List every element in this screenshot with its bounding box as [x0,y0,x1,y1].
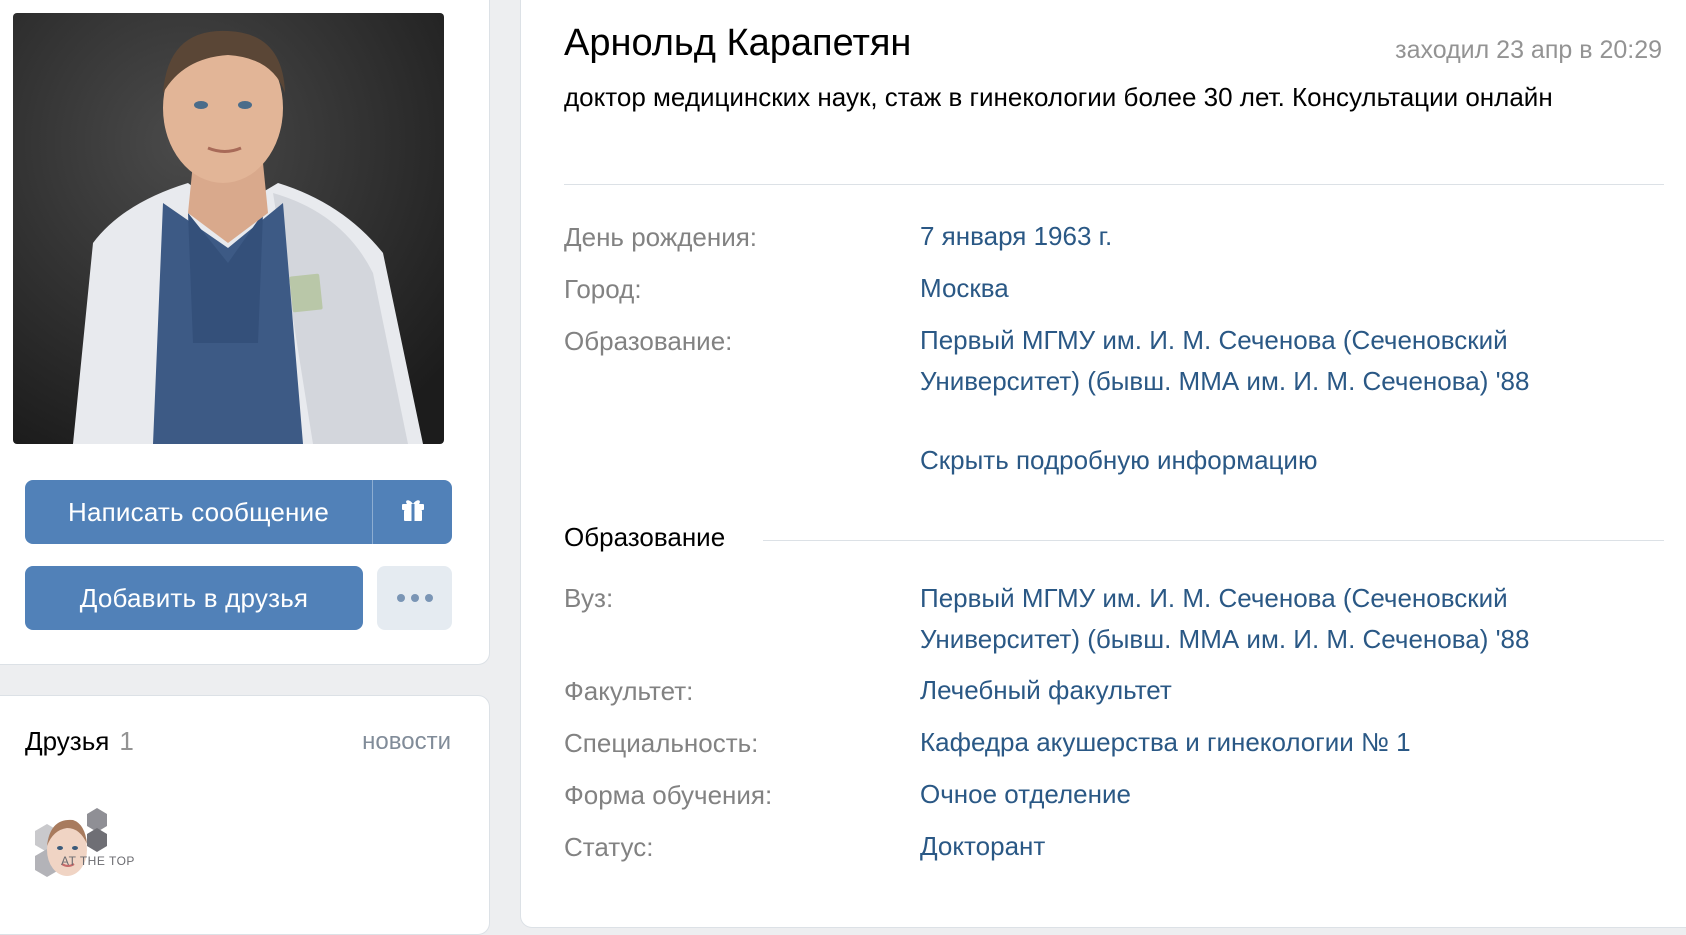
last-seen-text: заходил 23 апр в 20:29 [1395,36,1662,64]
specialty-value[interactable]: Кафедра акушерства и гинекологии № 1 [920,722,1411,763]
status-label: Статус: [564,832,654,862]
more-actions-button[interactable] [377,566,452,630]
specialty-label: Специальность: [564,728,759,758]
profile-photo[interactable] [13,13,444,444]
education-section-title: Образование [564,522,726,552]
add-friend-button[interactable]: Добавить в друзья [25,566,363,630]
gift-icon [401,496,425,529]
send-gift-button[interactable] [372,480,452,544]
divider [564,184,1664,185]
write-message-label: Написать сообщение [67,496,329,527]
profile-photo-card: Написать сообщение Добавить в друзья [0,0,490,665]
birthday-label: День рождения: [564,222,758,252]
friends-card: Друзья 1 новости AT THE TOP [0,695,490,935]
profile-status: доктор медицинских наук, стаж в гинеколо… [564,82,1553,112]
friends-count: 1 [119,726,134,756]
study-form-value[interactable]: Очное отделение [920,774,1131,815]
education-value-line1[interactable]: Первый МГМУ им. И. М. Сеченова (Сеченовс… [920,320,1508,361]
more-dots-icon [396,594,433,602]
write-message-button[interactable]: Написать сообщение [25,480,372,544]
faculty-value[interactable]: Лечебный факультет [920,670,1172,711]
city-value[interactable]: Москва [920,268,1009,309]
friend-avatar[interactable]: AT THE TOP [25,806,145,896]
status-value[interactable]: Докторант [920,826,1045,867]
university-value-line2[interactable]: Университет) (бывш. ММА им. И. М. Сечено… [920,619,1529,660]
university-value-line1[interactable]: Первый МГМУ им. И. М. Сеченова (Сеченовс… [920,578,1508,619]
faculty-label: Факультет: [564,676,694,706]
friends-title-label: Друзья [25,726,110,756]
hide-details-link[interactable]: Скрыть подробную информацию [920,440,1317,481]
study-form-label: Форма обучения: [564,780,773,810]
birthday-value[interactable]: 7 января 1963 г. [920,216,1112,257]
education-label: Образование: [564,326,733,356]
education-value-line2[interactable]: Университет) (бывш. ММА им. И. М. Сечено… [920,361,1529,402]
friend-avatar-logo-text: AT THE TOP [61,854,135,868]
friends-news-link[interactable]: новости [362,728,451,756]
section-divider [763,540,1664,541]
friends-title[interactable]: Друзья 1 [25,726,134,757]
city-label: Город: [564,274,642,304]
profile-name: Арнольд Карапетян [564,22,912,64]
add-friend-label: Добавить в друзья [79,582,309,613]
left-column: Написать сообщение Добавить в друзья Дру… [0,0,490,935]
university-label: Вуз: [564,583,614,613]
